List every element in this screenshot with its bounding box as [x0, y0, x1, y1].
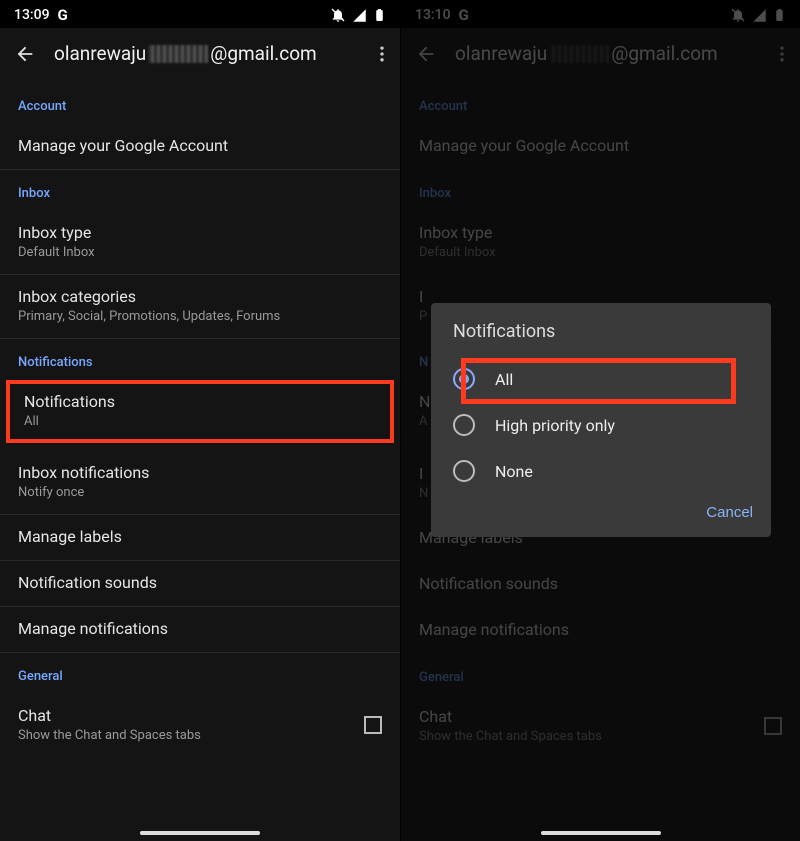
status-icons: x [330, 7, 386, 23]
section-notifications: Notifications [0, 339, 400, 380]
item-label: Notification sounds [18, 573, 382, 592]
screenshot-right: 13:10 G olanrewaju @gmail.com Account [400, 0, 800, 841]
radio-label: All [495, 370, 513, 389]
manage-account-item[interactable]: Manage your Google Account [0, 124, 400, 170]
item-label: Chat [18, 706, 201, 725]
chat-item[interactable]: Chat Show the Chat and Spaces tabs [0, 694, 400, 758]
item-label: Inbox categories [18, 287, 382, 306]
item-label: Manage your Google Account [18, 136, 382, 155]
back-icon[interactable] [14, 43, 36, 65]
radio-option-none[interactable]: None [431, 448, 771, 494]
radio-option-all[interactable]: All [431, 356, 771, 402]
item-label: Manage labels [18, 527, 382, 546]
inbox-type-item[interactable]: Inbox type Default Inbox [0, 211, 400, 275]
highlighted-notifications-item[interactable]: Notifications All [6, 380, 394, 443]
section-general: General [0, 653, 400, 694]
radio-icon-selected [453, 368, 475, 390]
item-sub: Show the Chat and Spaces tabs [18, 728, 201, 743]
status-time: 13:09 [14, 7, 50, 23]
nav-pill[interactable] [541, 831, 661, 835]
inbox-notifications-item[interactable]: Inbox notifications Notify once [0, 443, 400, 515]
page-title: olanrewaju @gmail.com [54, 42, 354, 65]
item-label: Inbox type [18, 223, 382, 242]
inbox-categories-item[interactable]: Inbox categories Primary, Social, Promot… [0, 275, 400, 339]
screenshot-left: 13:09 G x olanrewaju @gmail.com Account … [0, 0, 400, 841]
section-inbox: Inbox [0, 170, 400, 211]
manage-labels-item[interactable]: Manage labels [0, 515, 400, 561]
item-sub: All [24, 414, 376, 429]
svg-text:x: x [354, 8, 357, 16]
notifications-dialog: Notifications All High priority only Non… [431, 303, 771, 537]
radio-label: High priority only [495, 416, 615, 435]
email-suffix: @gmail.com [210, 42, 316, 65]
section-account: Account [0, 83, 400, 124]
radio-icon [453, 460, 475, 482]
dialog-title: Notifications [431, 303, 771, 356]
overflow-menu-icon[interactable] [372, 44, 392, 64]
manage-notifications-item[interactable]: Manage notifications [0, 607, 400, 653]
chat-checkbox[interactable] [364, 716, 382, 734]
email-redacted [148, 45, 208, 63]
nav-pill[interactable] [140, 831, 260, 835]
status-bar: 13:09 G x [0, 0, 400, 28]
dnd-icon [330, 7, 346, 23]
item-sub: Notify once [18, 485, 382, 500]
email-prefix: olanrewaju [54, 42, 146, 65]
radio-label: None [495, 462, 533, 481]
item-sub: Default Inbox [18, 245, 382, 260]
item-label: Notifications [24, 392, 376, 411]
radio-icon [453, 414, 475, 436]
cancel-button[interactable]: Cancel [706, 504, 753, 521]
title-bar: olanrewaju @gmail.com [0, 28, 400, 83]
item-label: Manage notifications [18, 619, 382, 638]
item-label: Inbox notifications [18, 463, 382, 482]
radio-option-high[interactable]: High priority only [431, 402, 771, 448]
battery-icon [373, 7, 386, 23]
google-icon: G [58, 6, 68, 24]
item-sub: Primary, Social, Promotions, Updates, Fo… [18, 309, 382, 324]
notification-sounds-item[interactable]: Notification sounds [0, 561, 400, 607]
signal-icon: x [352, 8, 367, 23]
